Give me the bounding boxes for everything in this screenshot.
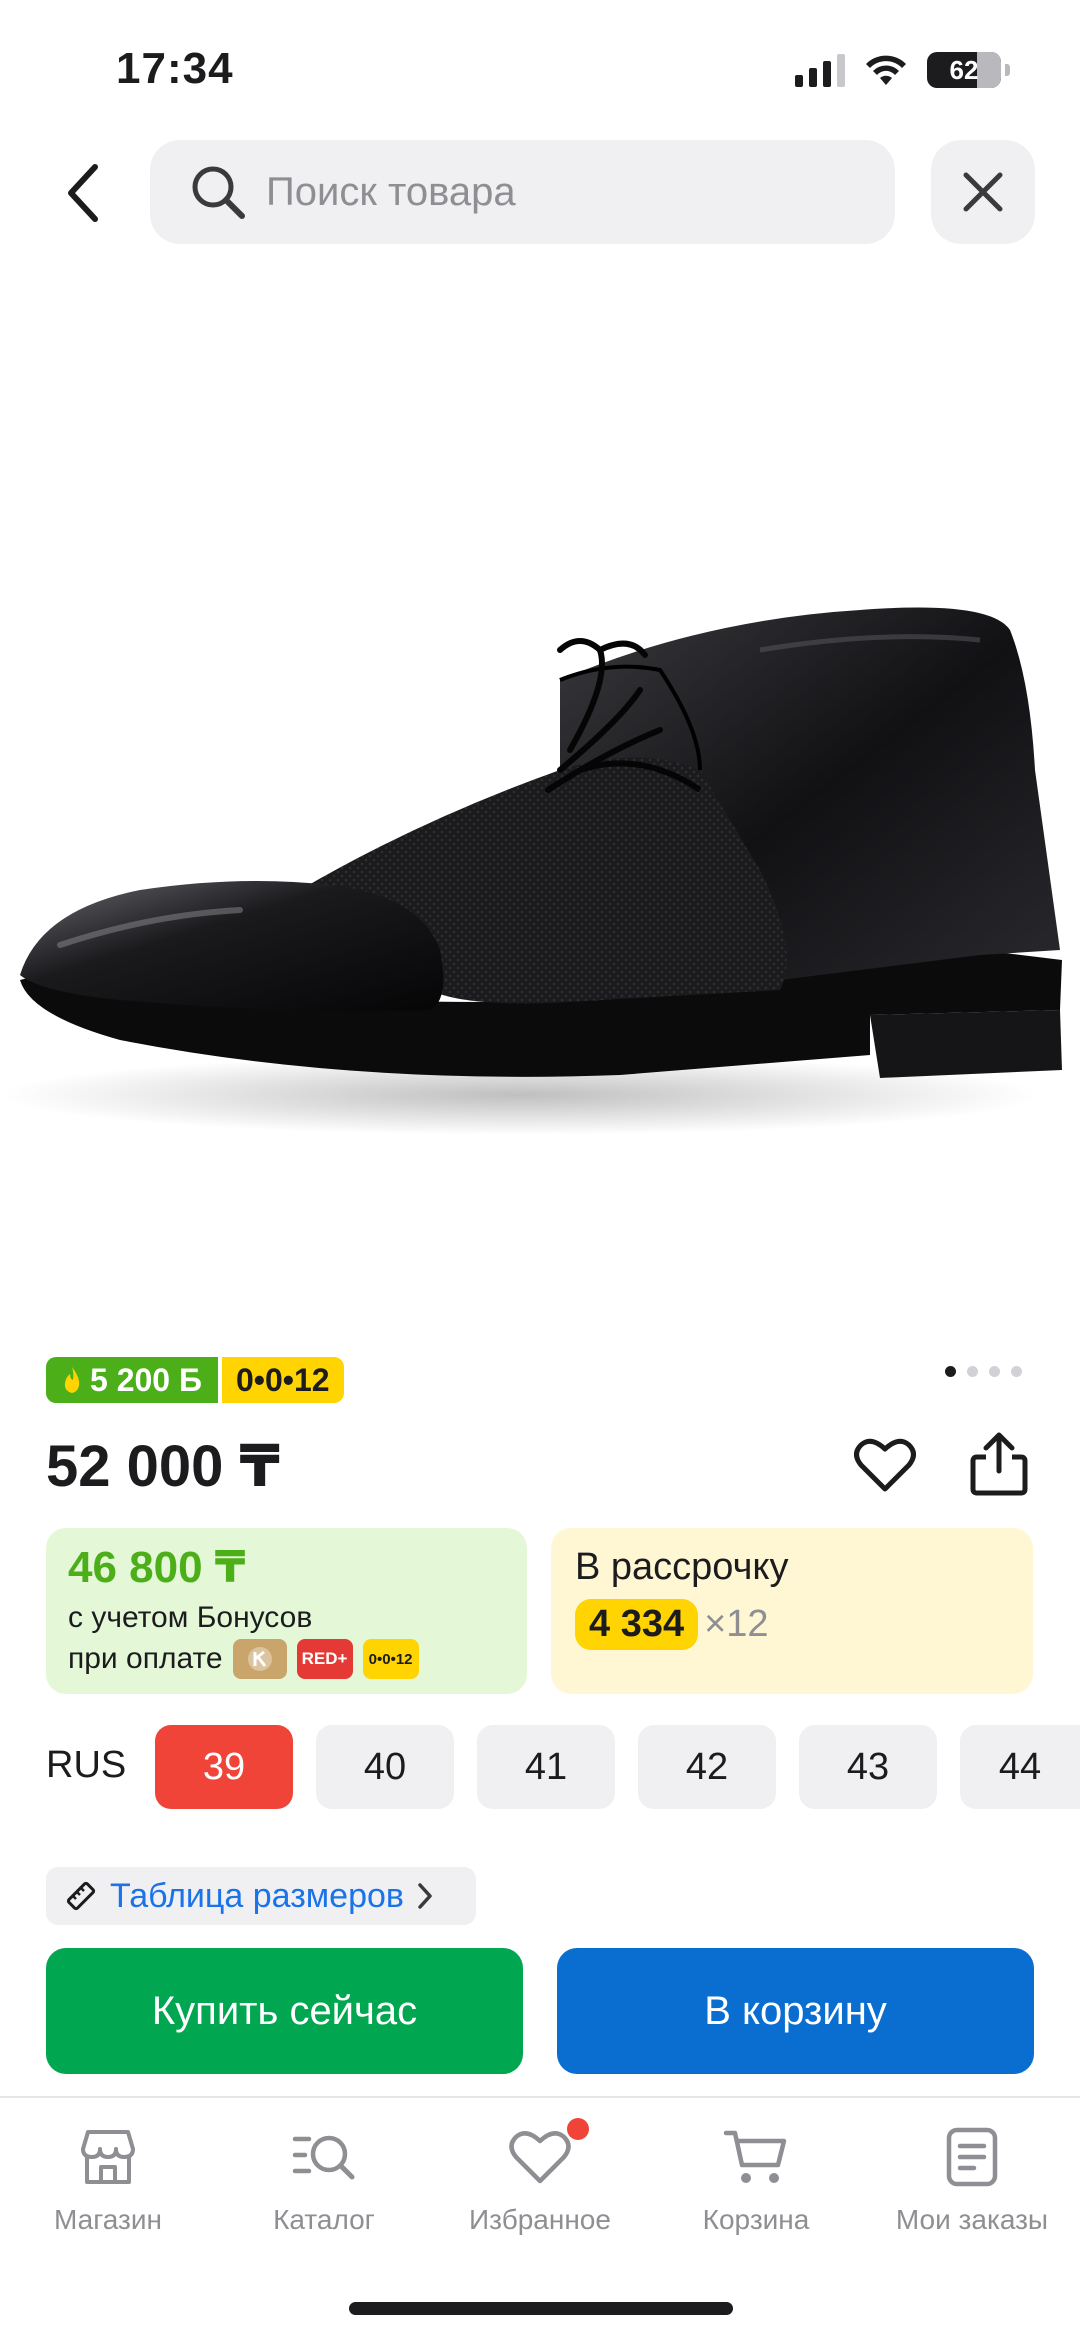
installment-multiplier: ×12 bbox=[704, 1603, 769, 1645]
tab-label: Магазин bbox=[53, 2204, 162, 2235]
installment-monthly: 4 334 bbox=[575, 1599, 699, 1650]
size-table-label: Таблица размеров bbox=[110, 1876, 404, 1915]
size-option[interactable]: 40 bbox=[316, 1725, 454, 1809]
status-bar: 17:34 62 bbox=[0, 0, 1080, 130]
installment-chip: 0•0•12 bbox=[362, 1639, 419, 1679]
size-option[interactable]: 42 bbox=[638, 1725, 776, 1809]
gallery-dot bbox=[967, 1366, 978, 1377]
size-option[interactable]: 43 bbox=[799, 1725, 937, 1809]
promo-badges: 5 200 Б 0•0•12 bbox=[46, 1357, 344, 1403]
tab-orders[interactable]: Мои заказы bbox=[864, 2124, 1080, 2236]
bonus-badge: 5 200 Б bbox=[46, 1357, 218, 1403]
red-plus-chip: RED+ bbox=[296, 1639, 353, 1679]
size-table-link[interactable]: Таблица размеров bbox=[46, 1867, 476, 1925]
size-option[interactable]: 41 bbox=[477, 1725, 615, 1809]
tab-label: Каталог bbox=[273, 2204, 375, 2235]
heart-icon bbox=[507, 2118, 589, 2190]
orders-icon bbox=[939, 2124, 1005, 2190]
bonus-note: с учетом Бонусов bbox=[68, 1601, 313, 1634]
tab-catalog[interactable]: Каталог bbox=[216, 2124, 432, 2236]
gallery-dot bbox=[945, 1366, 956, 1377]
size-option[interactable]: 39 bbox=[155, 1725, 293, 1809]
installment-card[interactable]: В рассрочку 4 334 ×12 bbox=[551, 1528, 1033, 1694]
shoe-image bbox=[0, 607, 1062, 1135]
search-header bbox=[0, 140, 1080, 246]
installment-amount-row: 4 334 ×12 bbox=[575, 1599, 1009, 1650]
home-indicator[interactable] bbox=[349, 2302, 733, 2315]
installment-badge: 0•0•12 bbox=[221, 1357, 344, 1403]
bonus-price-card[interactable]: 46 800 ₸ с учетом Бонусов при оплате RED… bbox=[46, 1528, 527, 1694]
payment-note: при оплате bbox=[68, 1642, 223, 1675]
kaspi-logo-icon bbox=[232, 1639, 287, 1679]
tab-favorites[interactable]: Избранное bbox=[432, 2118, 648, 2236]
search-box[interactable] bbox=[150, 140, 895, 244]
size-option[interactable]: 44 bbox=[960, 1725, 1080, 1809]
favorite-button[interactable] bbox=[852, 1432, 918, 1498]
close-icon bbox=[963, 172, 1003, 212]
share-button[interactable] bbox=[966, 1428, 1032, 1500]
size-system-label[interactable]: RUS bbox=[46, 1744, 126, 1787]
gallery-dot bbox=[1011, 1366, 1022, 1377]
add-to-cart-button[interactable]: В корзину bbox=[557, 1948, 1034, 2074]
installment-title: В рассрочку bbox=[575, 1546, 789, 1588]
store-icon bbox=[75, 2124, 141, 2190]
status-time: 17:34 bbox=[116, 44, 234, 93]
status-icons: 62 bbox=[795, 52, 1010, 88]
share-icon bbox=[970, 1432, 1028, 1496]
tab-store[interactable]: Магазин bbox=[0, 2124, 216, 2236]
gallery-dot bbox=[989, 1366, 1000, 1377]
catalog-search-icon bbox=[291, 2124, 357, 2190]
heart-icon bbox=[854, 1438, 916, 1492]
chevron-right-icon bbox=[418, 1883, 432, 1909]
flame-icon bbox=[64, 1367, 80, 1393]
payment-methods: при оплате RED+ 0•0•12 bbox=[68, 1639, 505, 1679]
product-image[interactable] bbox=[0, 290, 1080, 1310]
search-input[interactable] bbox=[266, 169, 866, 215]
cart-icon bbox=[723, 2124, 789, 2190]
gallery-dots bbox=[945, 1366, 1022, 1377]
tab-label: Избранное bbox=[469, 2204, 611, 2235]
search-icon bbox=[188, 162, 248, 222]
notification-dot bbox=[567, 2118, 589, 2140]
battery-icon: 62 bbox=[927, 52, 1001, 88]
bonus-badge-label: 5 200 Б bbox=[90, 1361, 202, 1398]
tab-label: Мои заказы bbox=[895, 2204, 1049, 2235]
back-button[interactable] bbox=[50, 160, 116, 226]
tab-label: Корзина bbox=[702, 2204, 810, 2235]
product-price: 52 000 ₸ bbox=[46, 1434, 280, 1499]
bottom-tab-bar: Магазин Каталог Избранное Корзина Мои за… bbox=[0, 2096, 1080, 2337]
bonus-price: 46 800 ₸ bbox=[68, 1543, 246, 1592]
buy-now-button[interactable]: Купить сейчас bbox=[46, 1948, 523, 2074]
ruler-icon bbox=[66, 1881, 96, 1911]
chevron-left-icon bbox=[68, 164, 98, 222]
tab-cart[interactable]: Корзина bbox=[648, 2124, 864, 2236]
signal-icon bbox=[795, 53, 845, 87]
close-button[interactable] bbox=[931, 140, 1035, 244]
battery-level: 62 bbox=[949, 54, 979, 85]
wifi-icon bbox=[866, 55, 906, 85]
